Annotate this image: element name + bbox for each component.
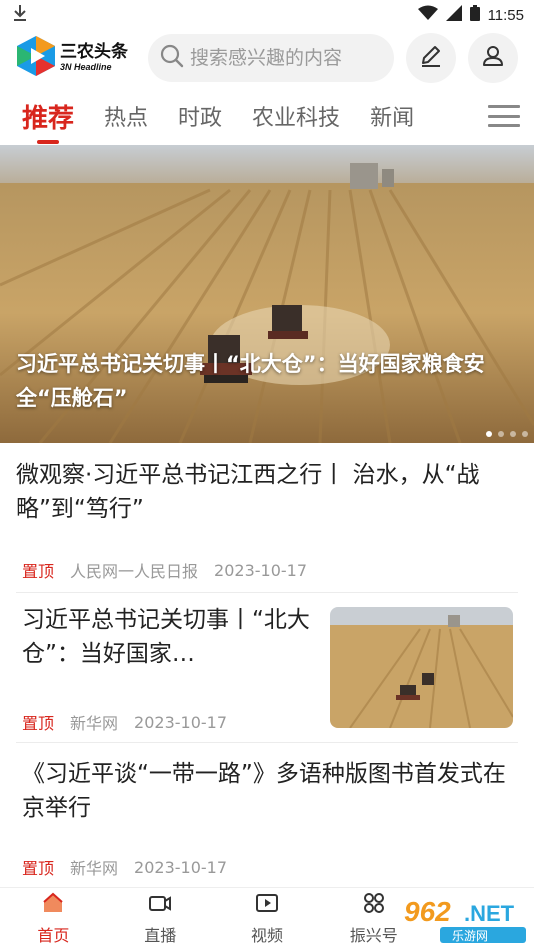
news-date: 2023-10-17 xyxy=(134,712,228,732)
pinned-badge: 置顶 xyxy=(22,562,55,581)
banner-carousel[interactable]: 习近平总书记关切事丨“北大仓”：当好国家粮食安全“压舱石” xyxy=(0,145,534,443)
video-icon xyxy=(255,891,279,919)
news-date: 2023-10-17 xyxy=(214,560,308,580)
revival-icon xyxy=(362,891,386,919)
news-item[interactable]: 《习近平谈“一带一路”》多语种版图书首发式在京举行 置顶 新华网 2023-10… xyxy=(16,757,518,887)
nav-label: 首页 xyxy=(37,926,70,945)
category-tabs: 推荐 热点 时政 农业科技 新闻 xyxy=(0,88,534,144)
news-title: 《习近平谈“一带一路”》多语种版图书首发式在京举行 xyxy=(22,761,506,821)
status-time: 11:55 xyxy=(487,6,524,24)
logo-subtitle: 3N Headline xyxy=(60,62,112,72)
nav-label: 直播 xyxy=(144,926,177,945)
news-date: 2023-10-17 xyxy=(134,857,228,877)
divider xyxy=(16,742,518,743)
carousel-dot xyxy=(498,431,504,437)
divider xyxy=(16,592,518,593)
home-icon xyxy=(41,891,65,919)
news-thumbnail[interactable] xyxy=(330,607,513,728)
nav-live[interactable]: 直播 xyxy=(107,888,214,949)
news-title: 习近平总书记关切事丨“北大仓”：当好国家… xyxy=(22,607,310,667)
tab-recommend[interactable]: 推荐 xyxy=(22,88,74,144)
watermark-logo: 962 .NET 乐游网 xyxy=(400,893,530,945)
search-input[interactable] xyxy=(190,47,380,69)
tab-agri-tech[interactable]: 农业科技 xyxy=(252,88,340,144)
status-bar: 11:55 xyxy=(0,0,534,30)
pinned-badge: 置顶 xyxy=(22,859,55,878)
nav-home[interactable]: 首页 xyxy=(0,888,107,949)
carousel-dot xyxy=(522,431,528,437)
live-icon xyxy=(148,891,172,919)
app-header: 三农头条 3N Headline xyxy=(0,30,534,86)
banner-caption: 习近平总书记关切事丨“北大仓”：当好国家粮食安全“压舱石” xyxy=(16,352,485,410)
signal-icon xyxy=(445,5,462,25)
news-item[interactable]: 微观察·习近平总书记江西之行丨 治水，从“战略”到“笃行” 置顶 人民网一人民日… xyxy=(16,458,518,588)
news-source: 新华网 xyxy=(70,714,119,733)
search-icon xyxy=(160,44,184,72)
carousel-dot xyxy=(486,431,492,437)
pinned-badge: 置顶 xyxy=(22,714,55,733)
profile-button[interactable] xyxy=(468,33,518,83)
pen-icon xyxy=(418,43,444,73)
svg-text:.NET: .NET xyxy=(464,901,515,926)
news-title: 微观察·习近平总书记江西之行丨 治水，从“战略”到“笃行” xyxy=(16,462,480,522)
nav-label: 振兴号 xyxy=(349,926,398,945)
nav-video[interactable]: 视频 xyxy=(214,888,321,949)
carousel-dot xyxy=(510,431,516,437)
download-icon xyxy=(12,4,28,26)
tab-hot[interactable]: 热点 xyxy=(104,88,148,144)
logo-title: 三农头条 xyxy=(60,42,128,62)
app-logo[interactable]: 三农头条 3N Headline xyxy=(16,35,142,81)
tab-politics[interactable]: 时政 xyxy=(178,88,222,144)
battery-icon xyxy=(469,5,480,25)
logo-mark-icon xyxy=(16,35,56,81)
news-source: 新华网 xyxy=(70,859,119,878)
news-source: 人民网一人民日报 xyxy=(70,562,199,581)
svg-text:乐游网: 乐游网 xyxy=(452,929,488,943)
user-icon xyxy=(480,43,506,73)
channel-menu-icon[interactable] xyxy=(488,102,520,130)
tab-news[interactable]: 新闻 xyxy=(370,88,414,144)
wifi-icon xyxy=(417,5,438,25)
edit-button[interactable] xyxy=(406,33,456,83)
svg-text:962: 962 xyxy=(404,896,451,927)
nav-label: 视频 xyxy=(250,926,283,945)
search-bar[interactable] xyxy=(148,34,394,82)
carousel-indicator xyxy=(486,431,528,437)
harvester-1 xyxy=(268,305,308,339)
